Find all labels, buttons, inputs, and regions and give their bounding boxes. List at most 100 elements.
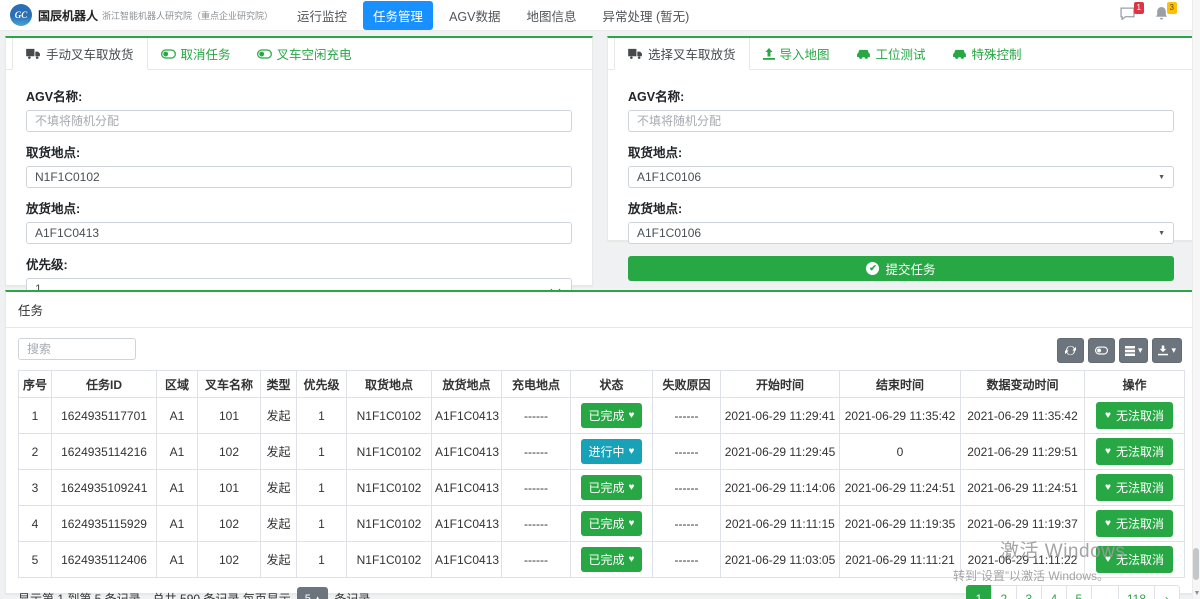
caret-down-icon: ▼ bbox=[1158, 174, 1165, 181]
tab-station-test[interactable]: 工位测试 bbox=[843, 38, 939, 69]
header-fail-reason: 失败原因 bbox=[653, 371, 721, 398]
heart-icon: ♥ bbox=[629, 482, 635, 493]
cannot-cancel-button[interactable]: ♥无法取消 bbox=[1096, 402, 1173, 429]
cell-charge: ------ bbox=[502, 470, 571, 506]
refresh-button[interactable] bbox=[1057, 338, 1084, 363]
cell-start-time: 2021-06-29 11:29:45 bbox=[721, 434, 840, 470]
cell-charge: ------ bbox=[502, 506, 571, 542]
task-list-panel: 任务 ▾ ▾ 序号 bbox=[5, 290, 1195, 594]
upload-icon bbox=[763, 48, 775, 60]
comment-icon bbox=[1120, 7, 1135, 20]
nav-item-map-info[interactable]: 地图信息 bbox=[516, 1, 586, 30]
cell-action: ♥无法取消 bbox=[1085, 470, 1185, 506]
cell-seq: 4 bbox=[19, 506, 52, 542]
header-status: 状态 bbox=[571, 371, 653, 398]
pickup-label: 取货地点: bbox=[628, 142, 1174, 161]
car-icon bbox=[952, 48, 967, 59]
status-badge: 已完成♥ bbox=[581, 547, 643, 572]
toggle-view-button[interactable] bbox=[1088, 338, 1115, 363]
pickup-select[interactable]: A1F1C0106 ▼ bbox=[628, 166, 1174, 188]
tab-idle-charge[interactable]: 叉车空闲充电 bbox=[244, 38, 365, 69]
cell-forklift: 102 bbox=[198, 542, 261, 578]
dropoff-select[interactable]: A1F1C0106 ▼ bbox=[628, 222, 1174, 244]
refresh-icon bbox=[1065, 345, 1076, 356]
cell-end-time: 0 bbox=[840, 434, 961, 470]
export-button[interactable]: ▾ bbox=[1152, 338, 1182, 363]
tab-select-pick-drop[interactable]: 选择叉车取放货 bbox=[614, 38, 750, 70]
tab-manual-pick-drop[interactable]: 手动叉车取放货 bbox=[12, 38, 148, 70]
cell-type: 发起 bbox=[261, 470, 297, 506]
caret-down-icon: ▼ bbox=[1158, 230, 1165, 237]
cell-seq: 2 bbox=[19, 434, 52, 470]
caret-down-icon: ▾ bbox=[1138, 345, 1143, 356]
cell-change-time: 2021-06-29 11:19:37 bbox=[961, 506, 1085, 542]
nav-item-task-management[interactable]: 任务管理 bbox=[363, 1, 433, 30]
navbar-right: 1 3 bbox=[1120, 7, 1190, 23]
agv-name-input[interactable] bbox=[628, 110, 1174, 132]
page-size-button[interactable]: 5 ▴ bbox=[297, 587, 329, 599]
tab-label: 手动叉车取放货 bbox=[46, 44, 134, 63]
cell-charge: ------ bbox=[502, 398, 571, 434]
cell-dropoff: A1F1C0413 bbox=[432, 542, 502, 578]
cannot-cancel-button[interactable]: ♥无法取消 bbox=[1096, 510, 1173, 537]
dropoff-label: 放货地点: bbox=[628, 198, 1174, 217]
cell-action: ♥无法取消 bbox=[1085, 506, 1185, 542]
status-text: 已完成 bbox=[589, 407, 625, 424]
columns-button[interactable]: ▾ bbox=[1119, 338, 1149, 363]
cannot-cancel-button[interactable]: ♥无法取消 bbox=[1096, 546, 1173, 573]
columns-icon bbox=[1125, 346, 1135, 356]
page-ellipsis[interactable]: ... bbox=[1091, 585, 1119, 599]
table-row: 1 1624935117701 A1 101 发起 1 N1F1C0102 A1… bbox=[19, 398, 1185, 434]
tab-special-control[interactable]: 特殊控制 bbox=[939, 38, 1035, 69]
page-button-2[interactable]: 2 bbox=[991, 585, 1017, 599]
cell-end-time: 2021-06-29 11:35:42 bbox=[840, 398, 961, 434]
search-input[interactable] bbox=[18, 338, 136, 360]
cell-status: 已完成♥ bbox=[571, 398, 653, 434]
task-table: 序号 任务ID 区域 叉车名称 类型 优先级 取货地点 放货地点 充电地点 状态… bbox=[18, 370, 1185, 578]
agv-name-input[interactable] bbox=[26, 110, 572, 132]
cannot-cancel-button[interactable]: ♥无法取消 bbox=[1096, 474, 1173, 501]
status-badge: 已完成♥ bbox=[581, 475, 643, 500]
nav-item-exception[interactable]: 异常处理 (暂无) bbox=[592, 1, 699, 30]
cancel-label: 无法取消 bbox=[1116, 479, 1164, 496]
dropoff-input[interactable] bbox=[26, 222, 572, 244]
cell-area: A1 bbox=[157, 542, 198, 578]
nav-item-monitor[interactable]: 运行监控 bbox=[287, 1, 357, 30]
cell-start-time: 2021-06-29 11:11:15 bbox=[721, 506, 840, 542]
header-charge: 充电地点 bbox=[502, 371, 571, 398]
heart-icon: ♥ bbox=[1105, 446, 1111, 457]
header-seq: 序号 bbox=[19, 371, 52, 398]
dropoff-label: 放货地点: bbox=[26, 198, 572, 217]
page-next-button[interactable]: › bbox=[1154, 585, 1180, 599]
header-change-time: 数据变动时间 bbox=[961, 371, 1085, 398]
bell-notification-button[interactable]: 3 bbox=[1155, 7, 1168, 23]
cell-task-id: 1624935114216 bbox=[52, 434, 157, 470]
page-button-5[interactable]: 5 bbox=[1066, 585, 1092, 599]
submit-task-button[interactable]: ✔ 提交任务 bbox=[628, 256, 1174, 281]
truck-icon bbox=[26, 48, 41, 59]
cell-type: 发起 bbox=[261, 506, 297, 542]
tab-cancel-task[interactable]: 取消任务 bbox=[148, 38, 244, 69]
nav-item-agv-data[interactable]: AGV数据 bbox=[439, 1, 510, 30]
toggle-icon bbox=[1095, 346, 1108, 355]
pickup-input[interactable] bbox=[26, 166, 572, 188]
page-button-1[interactable]: 1 bbox=[966, 585, 992, 599]
cannot-cancel-button[interactable]: ♥无法取消 bbox=[1096, 438, 1173, 465]
scrollbar-down-arrow[interactable]: ▼ bbox=[1193, 590, 1200, 597]
comment-notification-button[interactable]: 1 bbox=[1120, 7, 1135, 23]
page-button-3[interactable]: 3 bbox=[1016, 585, 1042, 599]
page-button-4[interactable]: 4 bbox=[1041, 585, 1067, 599]
cell-area: A1 bbox=[157, 470, 198, 506]
tab-import-map[interactable]: 导入地图 bbox=[750, 38, 843, 69]
table-row: 5 1624935112406 A1 102 发起 1 N1F1C0102 A1… bbox=[19, 542, 1185, 578]
cell-dropoff: A1F1C0413 bbox=[432, 434, 502, 470]
vertical-scrollbar[interactable]: ▼ bbox=[1192, 0, 1200, 599]
page-button-118[interactable]: 118 bbox=[1118, 585, 1155, 599]
header-pickup: 取货地点 bbox=[347, 371, 432, 398]
scrollbar-thumb[interactable] bbox=[1193, 548, 1199, 580]
header-dropoff: 放货地点 bbox=[432, 371, 502, 398]
tab-label: 工位测试 bbox=[876, 44, 926, 63]
cell-task-id: 1624935109241 bbox=[52, 470, 157, 506]
header-priority: 优先级 bbox=[297, 371, 347, 398]
bell-badge: 3 bbox=[1167, 2, 1177, 14]
